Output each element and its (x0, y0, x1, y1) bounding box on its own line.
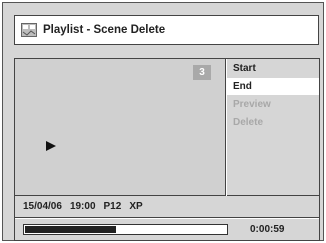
progress-row: 0:00:59 (15, 219, 319, 240)
title-bar: Playlist - Scene Delete (14, 15, 319, 45)
recording-time: 19:00 (69, 201, 96, 212)
recording-mode: XP (129, 201, 143, 212)
progress-fill (25, 226, 117, 233)
main-panel: 3 Start End Preview Delete 15/04/06 19:0… (14, 58, 320, 241)
menu-item-delete[interactable]: Delete (227, 114, 319, 131)
dialog-frame: Playlist - Scene Delete 3 Start End Prev… (2, 2, 324, 241)
recording-info: 15/04/06 19:00 P12 XP (15, 196, 319, 218)
scene-menu: Start End Preview Delete (227, 59, 319, 196)
menu-item-start[interactable]: Start (227, 60, 319, 77)
scene-number-badge: 3 (193, 65, 211, 80)
elapsed-time: 0:00:59 (250, 224, 285, 235)
menu-item-end[interactable]: End (227, 78, 319, 95)
page-title: Playlist - Scene Delete (43, 24, 166, 36)
playlist-icon (21, 22, 37, 38)
progress-bar (23, 224, 228, 235)
play-icon (45, 139, 57, 157)
program-number: P12 (103, 201, 122, 212)
menu-item-preview[interactable]: Preview (227, 96, 319, 113)
recording-date: 15/04/06 (23, 201, 62, 212)
video-preview: 3 (15, 59, 226, 196)
